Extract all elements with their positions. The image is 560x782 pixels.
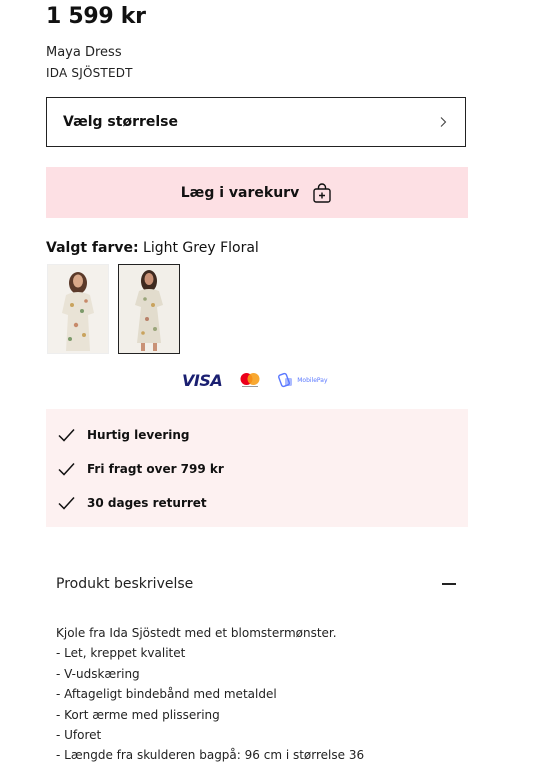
color-swatch-2-selected[interactable] bbox=[118, 264, 180, 354]
usp-text: Fri fragt over 799 kr bbox=[87, 462, 224, 476]
mobilepay-icon bbox=[278, 372, 293, 388]
mastercard-logo bbox=[240, 373, 260, 387]
description-line: - Let, kreppet kvalitet bbox=[56, 646, 186, 661]
size-select-button[interactable]: Vælg størrelse bbox=[46, 97, 466, 147]
usp-item: Fri fragt over 799 kr bbox=[58, 459, 224, 479]
selected-color-value: Light Grey Floral bbox=[143, 240, 259, 256]
shopping-bag-plus-icon bbox=[313, 182, 331, 203]
description-line: - Uforet bbox=[56, 728, 102, 743]
selected-color: Valgt farve: Light Grey Floral bbox=[46, 240, 259, 256]
description-line: Kjole fra Ida Sjöstedt med et blomstermø… bbox=[56, 626, 337, 640]
usp-text: 30 dages returret bbox=[87, 496, 207, 510]
selected-color-label: Valgt farve: bbox=[46, 240, 139, 256]
product-brand[interactable]: IDA SJÖSTEDT bbox=[46, 66, 133, 80]
description-line: - V-udskæring bbox=[56, 666, 140, 681]
visa-logo: VISA bbox=[182, 370, 223, 390]
usp-box: Hurtig levering Fri fragt over 799 kr 30… bbox=[46, 409, 468, 527]
chevron-right-icon bbox=[440, 117, 447, 127]
description-line: - Kort ærme med plissering bbox=[56, 707, 220, 722]
mobilepay-text: MobilePay bbox=[297, 376, 328, 384]
floral-dress-thumbnail bbox=[48, 265, 108, 353]
payment-methods: VISA MobilePay bbox=[182, 368, 328, 392]
mobilepay-logo: MobilePay bbox=[278, 372, 328, 388]
description-body: Kjole fra Ida Sjöstedt med et blomstermø… bbox=[56, 623, 364, 766]
add-to-cart-label: Læg i varekurv bbox=[180, 184, 300, 201]
usp-item: Hurtig levering bbox=[58, 425, 190, 445]
usp-item: 30 dages returret bbox=[58, 493, 207, 513]
color-swatch-1[interactable] bbox=[47, 264, 109, 354]
description-line: - Aftageligt bindebånd med metaldel bbox=[56, 687, 277, 702]
product-name: Maya Dress bbox=[46, 45, 122, 60]
minus-icon bbox=[442, 583, 456, 585]
size-select-label: Vælg størrelse bbox=[63, 114, 179, 130]
floral-dress-thumbnail bbox=[119, 265, 179, 353]
description-title: Produkt beskrivelse bbox=[56, 576, 194, 592]
check-icon bbox=[58, 462, 75, 476]
usp-text: Hurtig levering bbox=[87, 428, 190, 442]
add-to-cart-button[interactable]: Læg i varekurv bbox=[46, 167, 468, 218]
description-line: - Længde fra skulderen bagpå: 96 cm i st… bbox=[56, 748, 365, 763]
description-accordion-toggle[interactable]: Produkt beskrivelse bbox=[56, 576, 456, 592]
check-icon bbox=[58, 428, 75, 442]
check-icon bbox=[58, 496, 75, 510]
product-price: 1 599 kr bbox=[46, 4, 146, 29]
